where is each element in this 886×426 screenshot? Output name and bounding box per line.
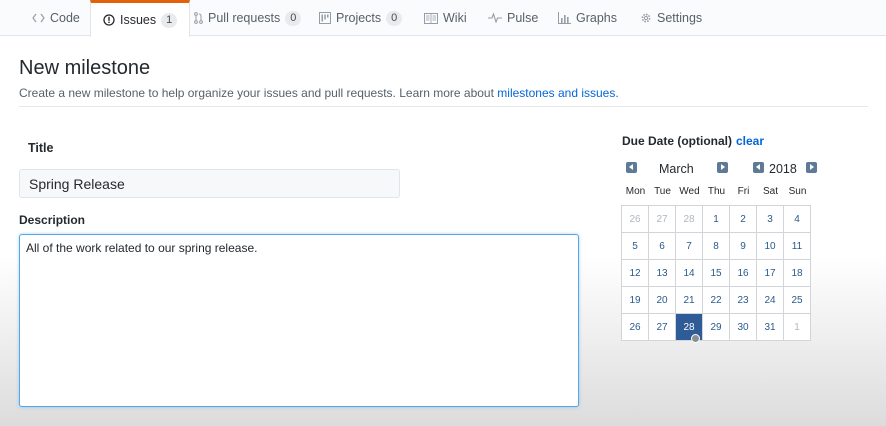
calendar-day[interactable]: 28 (676, 206, 703, 233)
description-textarea[interactable]: All of the work related to our spring re… (19, 234, 579, 407)
header-divider (19, 106, 868, 107)
calendar-day[interactable]: 3 (757, 206, 784, 233)
calendar-day[interactable]: 2 (730, 206, 757, 233)
tab-label: Pull requests (208, 11, 281, 25)
calendar-day-selected[interactable]: 28 (676, 314, 703, 343)
tab-code[interactable]: Code (32, 0, 80, 36)
milestones-help-link[interactable]: milestones and issues. (497, 86, 618, 100)
calendar-day[interactable]: 19 (622, 287, 649, 314)
weekday-label: Sun (788, 186, 807, 197)
calendar-day[interactable]: 21 (676, 287, 703, 314)
tab-pull-requests[interactable]: Pull requests 0 (194, 0, 302, 36)
calendar-day[interactable]: 17 (757, 260, 784, 287)
calendar-year: 2018 (769, 162, 797, 176)
calendar-day[interactable]: 11 (784, 233, 811, 260)
book-icon (424, 12, 438, 24)
tab-settings[interactable]: Settings (640, 0, 702, 36)
weekday-label: Thu (707, 186, 726, 197)
subtitle-text: Create a new milestone to help organize … (19, 86, 494, 100)
tab-projects[interactable]: Projects 0 (319, 0, 403, 36)
next-month-button[interactable] (717, 162, 728, 173)
calendar-month: March (659, 162, 694, 176)
calendar-day[interactable]: 9 (730, 233, 757, 260)
calendar-day[interactable]: 13 (649, 260, 676, 287)
calendar-day[interactable]: 31 (757, 314, 784, 341)
calendar-day[interactable]: 30 (730, 314, 757, 341)
calendar-day[interactable]: 26 (622, 314, 649, 341)
tab-label: Settings (657, 11, 703, 25)
tab-pulse[interactable]: Pulse (488, 0, 538, 36)
git-pull-request-icon (194, 12, 203, 24)
tab-label: Projects (336, 11, 382, 25)
repo-nav-tabs: Code Issues 1 Pull requests 0 Projects 0… (0, 0, 886, 37)
calendar-day[interactable]: 12 (622, 260, 649, 287)
calendar-grid: 26 27 28 1 2 3 4 5 6 7 8 9 10 11 12 13 1… (621, 205, 811, 343)
tab-graphs[interactable]: Graphs (558, 0, 617, 36)
prev-month-button[interactable] (626, 162, 637, 173)
tab-issues[interactable]: Issues 1 (90, 0, 191, 37)
weekday-label: Mon (625, 186, 646, 197)
calendar-day[interactable]: 8 (703, 233, 730, 260)
code-icon (32, 13, 45, 23)
calendar-day[interactable]: 1 (784, 314, 811, 341)
weekday-label: Tue (654, 186, 671, 197)
due-date-label: Due Date (optional) clear (622, 134, 764, 148)
calendar-day[interactable]: 18 (784, 260, 811, 287)
tab-label: Pulse (507, 11, 539, 25)
pulse-icon (488, 13, 502, 23)
tab-label: Issues (120, 13, 157, 27)
calendar-day[interactable]: 10 (757, 233, 784, 260)
issue-opened-icon (103, 14, 115, 26)
weekday-label: Sat (762, 186, 778, 197)
weekday-label: Fri (737, 186, 750, 197)
calendar-day[interactable]: 22 (703, 287, 730, 314)
calendar-day[interactable]: 4 (784, 206, 811, 233)
clear-date-link[interactable]: clear (736, 134, 764, 148)
calendar-day[interactable]: 26 (622, 206, 649, 233)
tab-label: Wiki (443, 11, 467, 25)
weekday-label: Wed (679, 186, 700, 197)
projects-counter: 0 (386, 10, 403, 26)
calendar-day[interactable]: 1 (703, 206, 730, 233)
calendar-day[interactable]: 16 (730, 260, 757, 287)
calendar-day[interactable]: 27 (649, 206, 676, 233)
calendar-day[interactable]: 14 (676, 260, 703, 287)
calendar-day[interactable]: 15 (703, 260, 730, 287)
page-title: New milestone (19, 57, 151, 79)
calendar-day[interactable]: 23 (730, 287, 757, 314)
calendar-day[interactable]: 20 (649, 287, 676, 314)
calendar-day[interactable]: 6 (649, 233, 676, 260)
calendar-day[interactable]: 29 (703, 314, 730, 341)
tab-label: Graphs (576, 11, 617, 25)
gear-icon (640, 12, 652, 24)
page-subtitle: Create a new milestone to help organize … (19, 86, 619, 100)
due-date-label-text: Due Date (optional) (622, 134, 732, 148)
mouse-cursor-icon (691, 334, 700, 343)
calendar-day[interactable]: 24 (757, 287, 784, 314)
calendar-day[interactable]: 5 (622, 233, 649, 260)
description-label: Description (19, 213, 86, 227)
tab-label: Code (50, 11, 80, 25)
calendar-day[interactable]: 25 (784, 287, 811, 314)
selected-day-number: 28 (683, 321, 695, 333)
project-icon (319, 12, 331, 24)
title-label: Title (28, 141, 54, 155)
weekday-header: Mon Tue Wed Thu Fri Sat Sun (622, 186, 811, 197)
calendar-day[interactable]: 7 (676, 233, 703, 260)
calendar-day[interactable]: 27 (649, 314, 676, 341)
pull-requests-counter: 0 (285, 10, 302, 26)
prev-year-button[interactable] (753, 162, 764, 173)
tab-wiki[interactable]: Wiki (424, 0, 467, 36)
issues-counter: 1 (161, 12, 178, 28)
graph-icon (558, 12, 571, 24)
next-year-button[interactable] (806, 162, 817, 173)
title-input[interactable] (19, 169, 400, 198)
